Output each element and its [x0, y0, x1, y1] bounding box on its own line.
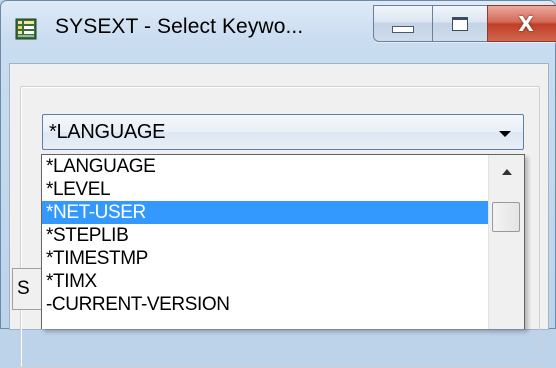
window-title: SYSEXT - Select Keywo... [55, 15, 304, 38]
vertical-scrollbar[interactable] [488, 155, 524, 329]
list-item[interactable]: *STEPLIB [42, 224, 488, 247]
list-item[interactable]: *LEVEL [42, 178, 488, 201]
chevron-down-icon[interactable] [499, 131, 511, 137]
maximize-icon [452, 16, 468, 31]
scroll-up-button[interactable] [489, 155, 524, 189]
scrollbar-thumb[interactable] [492, 202, 520, 232]
arrow-up-icon [501, 169, 512, 175]
app-grid-icon [15, 18, 37, 40]
minimize-icon [392, 26, 414, 33]
close-button[interactable]: X [487, 5, 556, 42]
minimize-button[interactable] [373, 5, 432, 42]
list-item[interactable]: *TIMESTMP [42, 247, 488, 270]
caption-buttons: X [373, 5, 556, 42]
maximize-button[interactable] [432, 5, 487, 42]
list-item-highlighted[interactable]: *NET-USER [42, 201, 488, 224]
keyword-dropdown-list[interactable]: *LANGUAGE *LEVEL *NET-USER *STEPLIB *TIM… [41, 154, 525, 329]
status-label: S [12, 268, 42, 310]
close-icon: X [518, 11, 534, 36]
title-bar[interactable]: SYSEXT - Select Keywo... X [1, 1, 556, 61]
keyword-combo-box[interactable]: *LANGUAGE [42, 114, 524, 150]
list-item[interactable]: -CURRENT-VERSION [42, 293, 488, 316]
dropdown-items: *LANGUAGE *LEVEL *NET-USER *STEPLIB *TIM… [42, 155, 488, 316]
list-item[interactable]: *TIMX [42, 270, 488, 293]
list-item[interactable]: *LANGUAGE [42, 155, 488, 178]
combo-selected-value: *LANGUAGE [49, 121, 166, 143]
